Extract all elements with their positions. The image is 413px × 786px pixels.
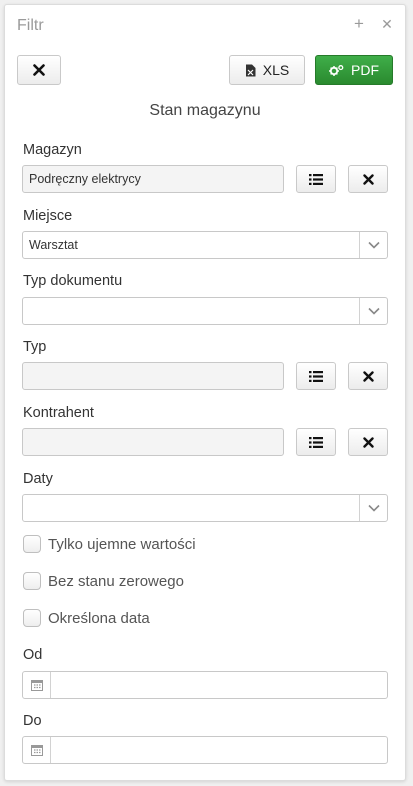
panel-title: Filtr — [17, 17, 44, 34]
typ-input[interactable] — [22, 362, 284, 390]
checkbox-ujemne[interactable]: Tylko ujemne wartości — [23, 535, 196, 553]
typ-list-button[interactable] — [296, 362, 336, 390]
list-icon — [309, 173, 323, 185]
close-icon[interactable]: ✕ — [379, 15, 395, 33]
typ-dokumentu-select[interactable] — [22, 297, 388, 325]
close-icon — [33, 64, 45, 76]
typ-dokumentu-label: Typ dokumentu — [23, 273, 123, 289]
filter-panel: Filtr + ✕ XLS PDF Stan magazynu Magazyn … — [4, 4, 406, 781]
kontrahent-list-button[interactable] — [296, 428, 336, 456]
kontrahent-input[interactable] — [22, 428, 284, 456]
daty-label: Daty — [23, 471, 53, 487]
list-icon — [309, 370, 323, 382]
miejsce-value: Warsztat — [29, 238, 78, 252]
close-icon — [362, 436, 374, 448]
typ-clear-button[interactable] — [348, 362, 388, 390]
magazyn-input[interactable]: Podręczny elektrycy — [22, 165, 284, 193]
od-label: Od — [23, 647, 43, 663]
xls-button[interactable]: XLS — [229, 55, 305, 85]
file-excel-icon — [245, 64, 256, 76]
panel-titlebar: Filtr + ✕ — [5, 5, 405, 45]
od-date-input[interactable] — [22, 671, 388, 699]
checkbox-ujemne-label: Tylko ujemne wartości — [48, 535, 196, 553]
checkbox-data-label: Określona data — [48, 609, 150, 627]
magazyn-clear-button[interactable] — [348, 165, 388, 193]
chevron-down-icon[interactable] — [359, 495, 387, 521]
close-icon — [362, 370, 374, 382]
report-title: Stan magazynu — [149, 102, 261, 119]
gears-icon — [329, 64, 344, 76]
calendar-icon[interactable] — [23, 672, 51, 698]
list-icon — [309, 436, 323, 448]
chevron-down-icon[interactable] — [359, 232, 387, 258]
add-icon[interactable]: + — [351, 15, 367, 33]
checkbox-bez-zera[interactable]: Bez stanu zerowego — [23, 572, 184, 590]
checkbox-box[interactable] — [23, 572, 41, 590]
xls-button-label: XLS — [262, 62, 290, 78]
pdf-button[interactable]: PDF — [315, 55, 393, 85]
miejsce-select[interactable]: Warsztat — [22, 231, 388, 259]
daty-select[interactable] — [22, 494, 388, 522]
checkbox-box[interactable] — [23, 535, 41, 553]
kontrahent-label: Kontrahent — [23, 405, 94, 421]
do-date-input[interactable] — [22, 736, 388, 764]
miejsce-label: Miejsce — [23, 208, 73, 224]
do-label: Do — [23, 713, 42, 729]
magazyn-list-button[interactable] — [296, 165, 336, 193]
pdf-button-label: PDF — [351, 62, 379, 78]
reset-button[interactable] — [17, 55, 61, 85]
kontrahent-clear-button[interactable] — [348, 428, 388, 456]
checkbox-bez-zera-label: Bez stanu zerowego — [48, 572, 184, 590]
chevron-down-icon[interactable] — [359, 298, 387, 324]
magazyn-label: Magazyn — [23, 142, 82, 158]
close-icon — [362, 173, 374, 185]
checkbox-data[interactable]: Określona data — [23, 609, 150, 627]
calendar-icon[interactable] — [23, 737, 51, 763]
checkbox-box[interactable] — [23, 609, 41, 627]
typ-label: Typ — [23, 339, 47, 355]
